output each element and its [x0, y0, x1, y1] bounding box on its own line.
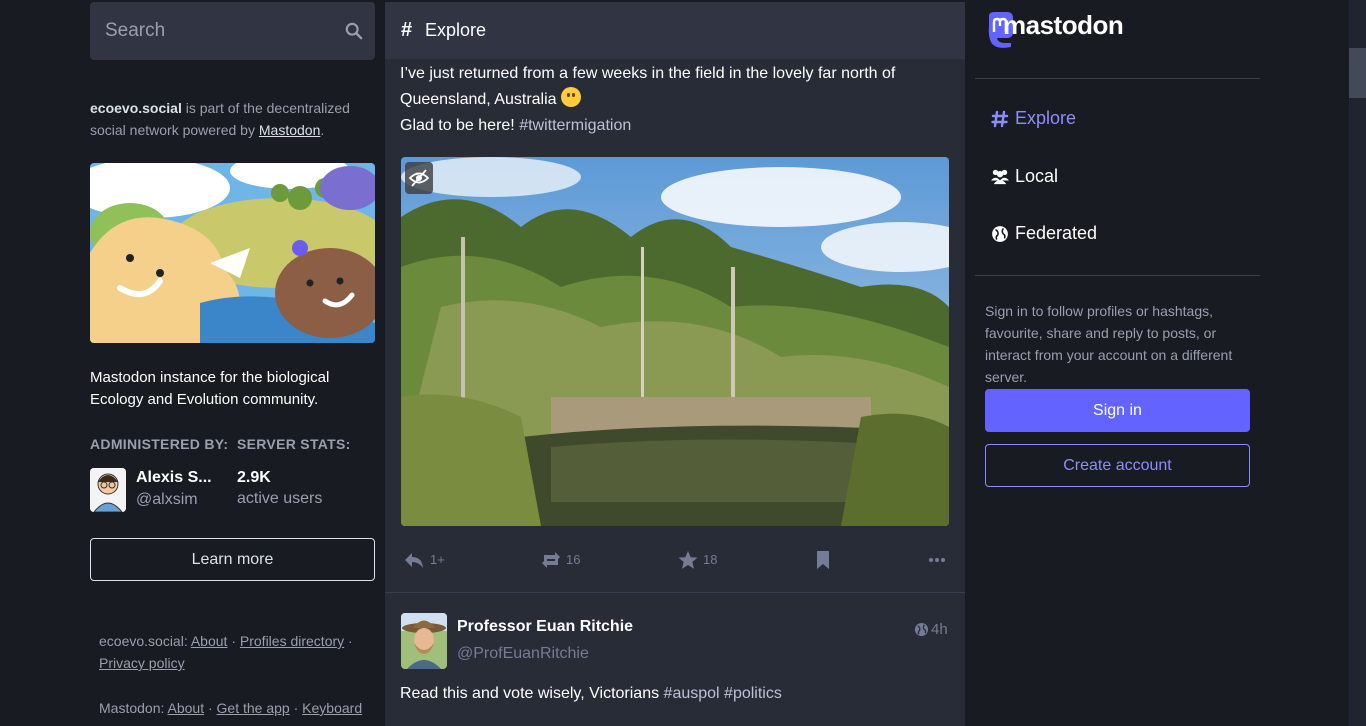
footer-mastodon-about-link[interactable]: About: [168, 700, 205, 716]
sign-in-button[interactable]: Sign in: [985, 389, 1250, 432]
server-about: ecoevo.social is part of the decentraliz…: [90, 97, 380, 141]
nav-divider-top: [975, 78, 1260, 79]
footer-get-app-link[interactable]: Get the app: [217, 700, 290, 716]
hashtag-icon: #: [401, 19, 413, 41]
post-author-name[interactable]: Professor Euan Ritchie: [457, 618, 633, 636]
post-author-avatar[interactable]: [401, 613, 447, 669]
footer-privacy-link[interactable]: Privacy policy: [99, 655, 185, 671]
reply-icon[interactable]: [403, 548, 425, 572]
post-author-handle[interactable]: @ProfEuanRitchie: [457, 645, 589, 663]
server-description: Mastodon instance for the biological Eco…: [90, 369, 330, 408]
footer-sep: ·: [204, 700, 217, 716]
post-content: I’ve just returned from a few weeks in t…: [400, 61, 950, 139]
reply-count: 1+: [430, 552, 445, 567]
administered-by-heading: ADMINISTERED BY:: [90, 436, 229, 452]
hashtag-link[interactable]: #politics: [724, 685, 782, 702]
footer-server-label: ecoevo.social: [99, 633, 184, 649]
server-hero-image: [90, 163, 375, 343]
eye-slash-icon: [408, 169, 430, 187]
admin-avatar[interactable]: [90, 468, 126, 512]
post-divider: [385, 592, 965, 593]
post-line-3: Glad to be here!: [400, 117, 520, 134]
admin-handle[interactable]: @alxsim: [136, 491, 198, 509]
nav-explore[interactable]: Explore: [1015, 108, 1076, 129]
footer-colon: :: [183, 633, 191, 649]
post-timestamp[interactable]: 4h: [931, 621, 948, 638]
hashtag-link[interactable]: #auspol: [664, 685, 720, 702]
nav-federated[interactable]: Federated: [1015, 223, 1097, 244]
footer-server-links: ecoevo.social: About · Profiles director…: [99, 630, 369, 674]
brand-name[interactable]: mastodon: [1003, 10, 1124, 41]
post-2-content: Read this and vote wisely, Victorians #a…: [400, 685, 782, 703]
mastodon-link[interactable]: Mastodon: [259, 122, 320, 138]
learn-more-button[interactable]: Learn more: [90, 538, 375, 581]
footer-sep: ·: [344, 633, 353, 649]
active-users-count: 2.9K: [237, 469, 271, 486]
footer-mastodon-links: Mastodon: About · Get the app · Keyboard: [99, 697, 369, 719]
nav-divider-bottom: [975, 275, 1260, 276]
create-account-button[interactable]: Create account: [985, 444, 1250, 487]
footer-sep: ·: [227, 633, 240, 649]
post-2-text: Read this and vote wisely, Victorians: [400, 685, 664, 702]
post-media-image[interactable]: [401, 157, 949, 526]
active-users-label: active users: [237, 490, 323, 507]
search-icon[interactable]: [345, 22, 363, 40]
favourite-count: 18: [703, 552, 718, 567]
scrollbar-track[interactable]: [1349, 0, 1366, 726]
hashtag-icon: [991, 110, 1009, 128]
footer-keyboard-link[interactable]: Keyboard: [302, 700, 362, 716]
search-box[interactable]: [90, 2, 375, 60]
nav-local[interactable]: Local: [1015, 166, 1058, 187]
server-stats-heading: SERVER STATS:: [237, 436, 351, 452]
admin-name[interactable]: Alexis S...: [136, 469, 212, 487]
sign-in-prompt: Sign in to follow profiles or hashtags, …: [985, 303, 1233, 385]
post-line-2: Queensland, Australia: [400, 91, 561, 108]
hide-media-button[interactable]: [405, 162, 433, 194]
hashtag-link[interactable]: #twittermigation: [519, 117, 631, 134]
scrollbar-thumb[interactable]: [1349, 48, 1366, 98]
footer-colon: :: [160, 700, 168, 716]
bookmark-icon[interactable]: [815, 548, 831, 572]
users-icon: [991, 169, 1009, 185]
footer-sep: ·: [289, 700, 303, 716]
server-name: ecoevo.social: [90, 100, 182, 116]
globe-icon: [992, 226, 1008, 242]
more-icon[interactable]: [928, 548, 946, 572]
boost-icon[interactable]: [540, 548, 562, 572]
boost-count: 16: [566, 552, 581, 567]
footer-about-link[interactable]: About: [191, 633, 228, 649]
explore-column: # Explore I’ve just returned from a few …: [385, 2, 965, 726]
column-header[interactable]: # Explore: [385, 2, 965, 59]
public-globe-icon: [914, 622, 929, 637]
footer-profiles-link[interactable]: Profiles directory: [240, 633, 344, 649]
column-title: Explore: [425, 20, 487, 40]
star-icon[interactable]: [677, 548, 699, 572]
footer-mastodon-label: Mastodon: [99, 700, 161, 716]
search-input[interactable]: [90, 2, 375, 60]
post-line-1: I’ve just returned from a few weeks in t…: [400, 65, 896, 82]
about-end: .: [320, 122, 325, 138]
smile-emoji-icon: [561, 87, 581, 107]
